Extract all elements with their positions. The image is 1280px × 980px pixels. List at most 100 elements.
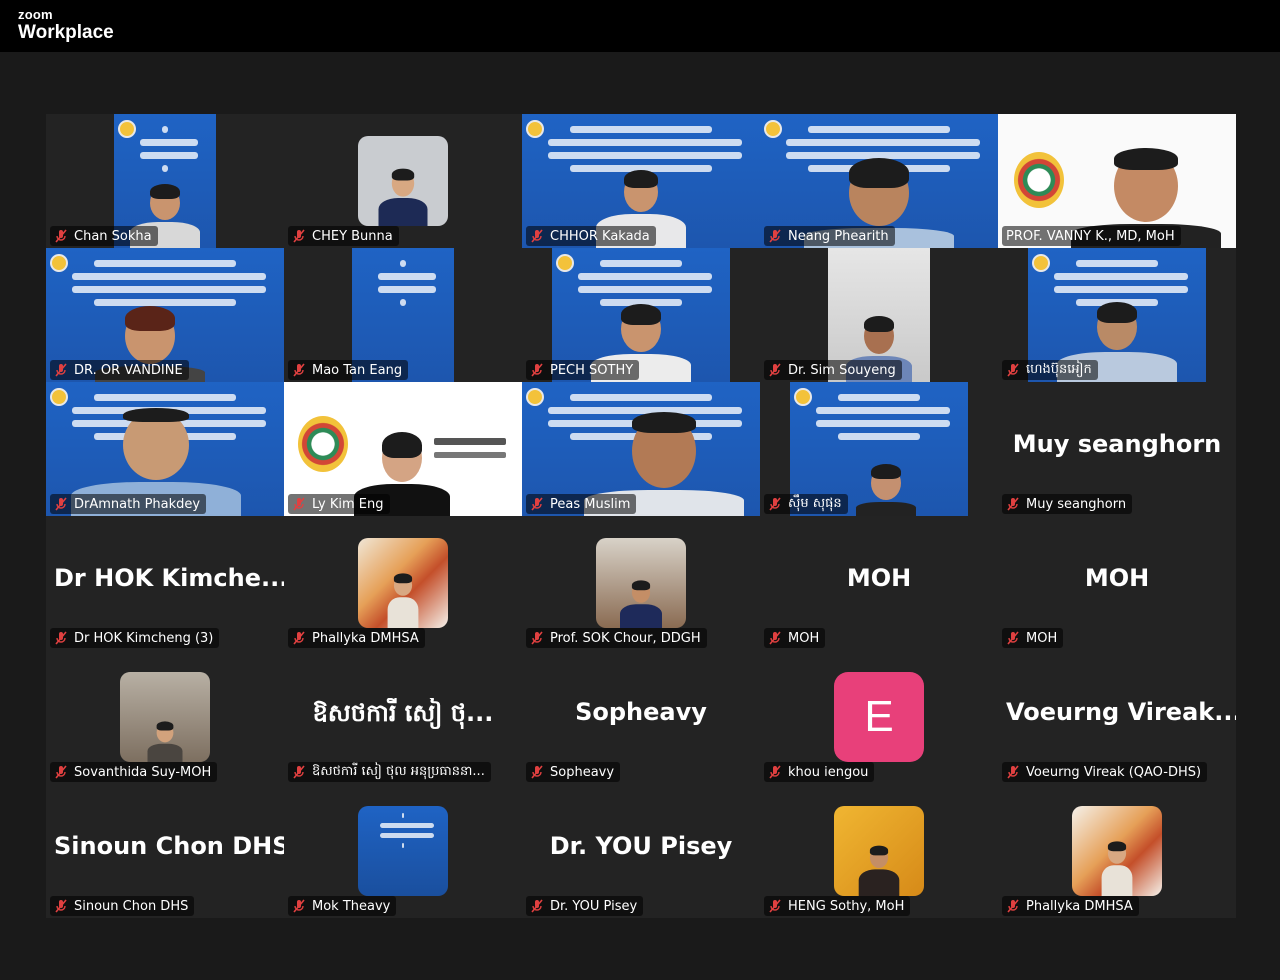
participant-name-label: Sovanthida Suy-MOH	[50, 762, 218, 782]
participant-display-name: Dr HOK Kimche...	[54, 564, 284, 592]
participant-tile[interactable]: Voeurng Vireak... Voeurng Vireak (QAO-DH…	[998, 650, 1236, 784]
participant-tile-active-speaker[interactable]: PROF. VANNY K., MD, MoH	[998, 114, 1236, 248]
participant-name-text: CHEY Bunna	[312, 228, 393, 244]
participant-tile[interactable]: ឱសថការី សៀ ថុ... ឱសថការី សៀ ថុល អនុប្រធា…	[284, 650, 522, 784]
participant-tile[interactable]: Dr. YOU Pisey Dr. YOU Pisey	[522, 784, 760, 918]
participant-name-text: Dr. YOU Pisey	[550, 898, 638, 914]
participant-name-label: Dr HOK Kimcheng (3)	[50, 628, 220, 648]
muted-mic-icon	[293, 765, 305, 779]
muted-mic-icon	[769, 363, 781, 377]
participant-tile[interactable]: Dr HOK Kimche... Dr HOK Kimcheng (3)	[46, 516, 284, 650]
participant-name-label: PECH SOTHY	[526, 360, 640, 380]
participant-tile[interactable]: CHEY Bunna	[284, 114, 522, 248]
participant-tile[interactable]: Muy seanghorn Muy seanghorn	[998, 382, 1236, 516]
muted-mic-icon	[1007, 899, 1019, 913]
participant-name-label: ហេងប៊ុនអៀក	[1002, 360, 1098, 380]
muted-mic-icon	[293, 631, 305, 645]
muted-mic-icon	[55, 229, 67, 243]
participant-display-name: Muy seanghorn	[1012, 430, 1222, 458]
participant-tile[interactable]: MOH MOH	[998, 516, 1236, 650]
brand-big: Workplace	[18, 22, 114, 43]
participant-name-text: Mao Tan Eang	[312, 362, 403, 378]
participant-name-label: DR. OR VANDINE	[50, 360, 189, 380]
muted-mic-icon	[1007, 765, 1019, 779]
participant-name-text: Chan Sokha	[74, 228, 152, 244]
muted-mic-icon	[769, 497, 781, 511]
participant-name-label: CHHOR Kakada	[526, 226, 656, 246]
participant-tile[interactable]: Prof. SOK Chour, DDGH	[522, 516, 760, 650]
participant-name-text: DR. OR VANDINE	[74, 362, 183, 378]
muted-mic-icon	[1007, 497, 1019, 511]
participant-tile[interactable]: MOH MOH	[760, 516, 998, 650]
participant-name-label: Dr. Sim Souyeng	[764, 360, 902, 380]
participant-name-label: ស៊ឹម សុផុន	[764, 494, 848, 514]
muted-mic-icon	[531, 363, 543, 377]
muted-mic-icon	[1007, 631, 1019, 645]
title-bar: zoom Workplace	[0, 0, 1280, 52]
participant-tile[interactable]: Phallyka DMHSA	[998, 784, 1236, 918]
profile-photo	[596, 538, 686, 628]
participant-display-name: Sopheavy	[575, 698, 707, 726]
participant-name-text: Sovanthida Suy-MOH	[74, 764, 212, 780]
participant-name-label: MOH	[1002, 628, 1064, 648]
participant-name-text: Dr HOK Kimcheng (3)	[74, 630, 214, 646]
muted-mic-icon	[769, 765, 781, 779]
muted-mic-icon	[55, 899, 67, 913]
participant-name-label: Mao Tan Eang	[288, 360, 409, 380]
participant-name-text: CHHOR Kakada	[550, 228, 650, 244]
participant-tile[interactable]: CHHOR Kakada	[522, 114, 760, 248]
participant-tile[interactable]: Neang Phearith	[760, 114, 998, 248]
participant-tile[interactable]: Phallyka DMHSA	[284, 516, 522, 650]
muted-mic-icon	[531, 229, 543, 243]
muted-mic-icon	[55, 363, 67, 377]
profile-photo	[1072, 806, 1162, 896]
participant-tile[interactable]: Sinoun Chon DHS Sinoun Chon DHS	[46, 784, 284, 918]
participant-name-label: Sopheavy	[526, 762, 621, 782]
participant-tile[interactable]: Ly Kim Eng	[284, 382, 522, 516]
participant-tile[interactable]: E khou iengou	[760, 650, 998, 784]
participant-tile[interactable]: HENG Sothy, MoH	[760, 784, 998, 918]
participant-tile[interactable]: ហេងប៊ុនអៀក	[998, 248, 1236, 382]
participant-tile[interactable]: Mao Tan Eang	[284, 248, 522, 382]
participant-name-label: khou iengou	[764, 762, 875, 782]
participant-tile[interactable]: Chan Sokha	[46, 114, 284, 248]
participant-tile[interactable]: DrAmnath Phakdey	[46, 382, 284, 516]
muted-mic-icon	[293, 899, 305, 913]
muted-mic-icon	[531, 765, 543, 779]
participant-name-label: Phallyka DMHSA	[1002, 896, 1139, 916]
participant-name-text: ស៊ឹម សុផុន	[788, 495, 842, 511]
participant-tile[interactable]: DR. OR VANDINE	[46, 248, 284, 382]
participant-display-name: ឱសថការី សៀ ថុ...	[312, 699, 494, 727]
participant-tile[interactable]: Sovanthida Suy-MOH	[46, 650, 284, 784]
muted-mic-icon	[769, 899, 781, 913]
participant-display-name: Voeurng Vireak...	[1006, 698, 1236, 726]
participant-name-label: Phallyka DMHSA	[288, 628, 425, 648]
participant-tile[interactable]: Dr. Sim Souyeng	[760, 248, 998, 382]
participant-name-text: HENG Sothy, MoH	[788, 898, 905, 914]
muted-mic-icon	[769, 229, 781, 243]
participant-name-text: khou iengou	[788, 764, 869, 780]
participant-name-label: DrAmnath Phakdey	[50, 494, 207, 514]
muted-mic-icon	[531, 497, 543, 511]
participant-tile[interactable]: ស៊ឹម សុផុន	[760, 382, 998, 516]
participant-display-name: MOH	[846, 564, 912, 592]
ministry-logo-icon	[298, 416, 348, 472]
participant-tile[interactable]: Mok Theavy	[284, 784, 522, 918]
profile-photo	[358, 538, 448, 628]
participant-name-text: Phallyka DMHSA	[312, 630, 419, 646]
zoom-workplace-logo: zoom Workplace	[18, 8, 114, 42]
participant-name-text: ឱសថការី សៀ ថុល អនុប្រធាន​នា...	[312, 763, 485, 779]
participant-display-name: MOH	[1084, 564, 1150, 592]
participant-name-text: MOH	[788, 630, 820, 646]
participant-tile[interactable]: Peas Muslim	[522, 382, 760, 516]
participant-name-label: Muy seanghorn	[1002, 494, 1133, 514]
participant-tile[interactable]: PECH SOTHY	[522, 248, 760, 382]
participant-display-name: Sinoun Chon DHS	[54, 832, 284, 860]
profile-photo	[120, 672, 210, 762]
participant-tile[interactable]: Sopheavy Sopheavy	[522, 650, 760, 784]
ministry-logo-icon	[1014, 152, 1064, 208]
participant-name-label: PROF. VANNY K., MD, MoH	[1002, 226, 1181, 246]
participant-name-text: Sinoun Chon DHS	[74, 898, 189, 914]
participant-name-label: Prof. SOK Chour, DDGH	[526, 628, 707, 648]
participant-name-text: Ly Kim Eng	[312, 496, 384, 512]
